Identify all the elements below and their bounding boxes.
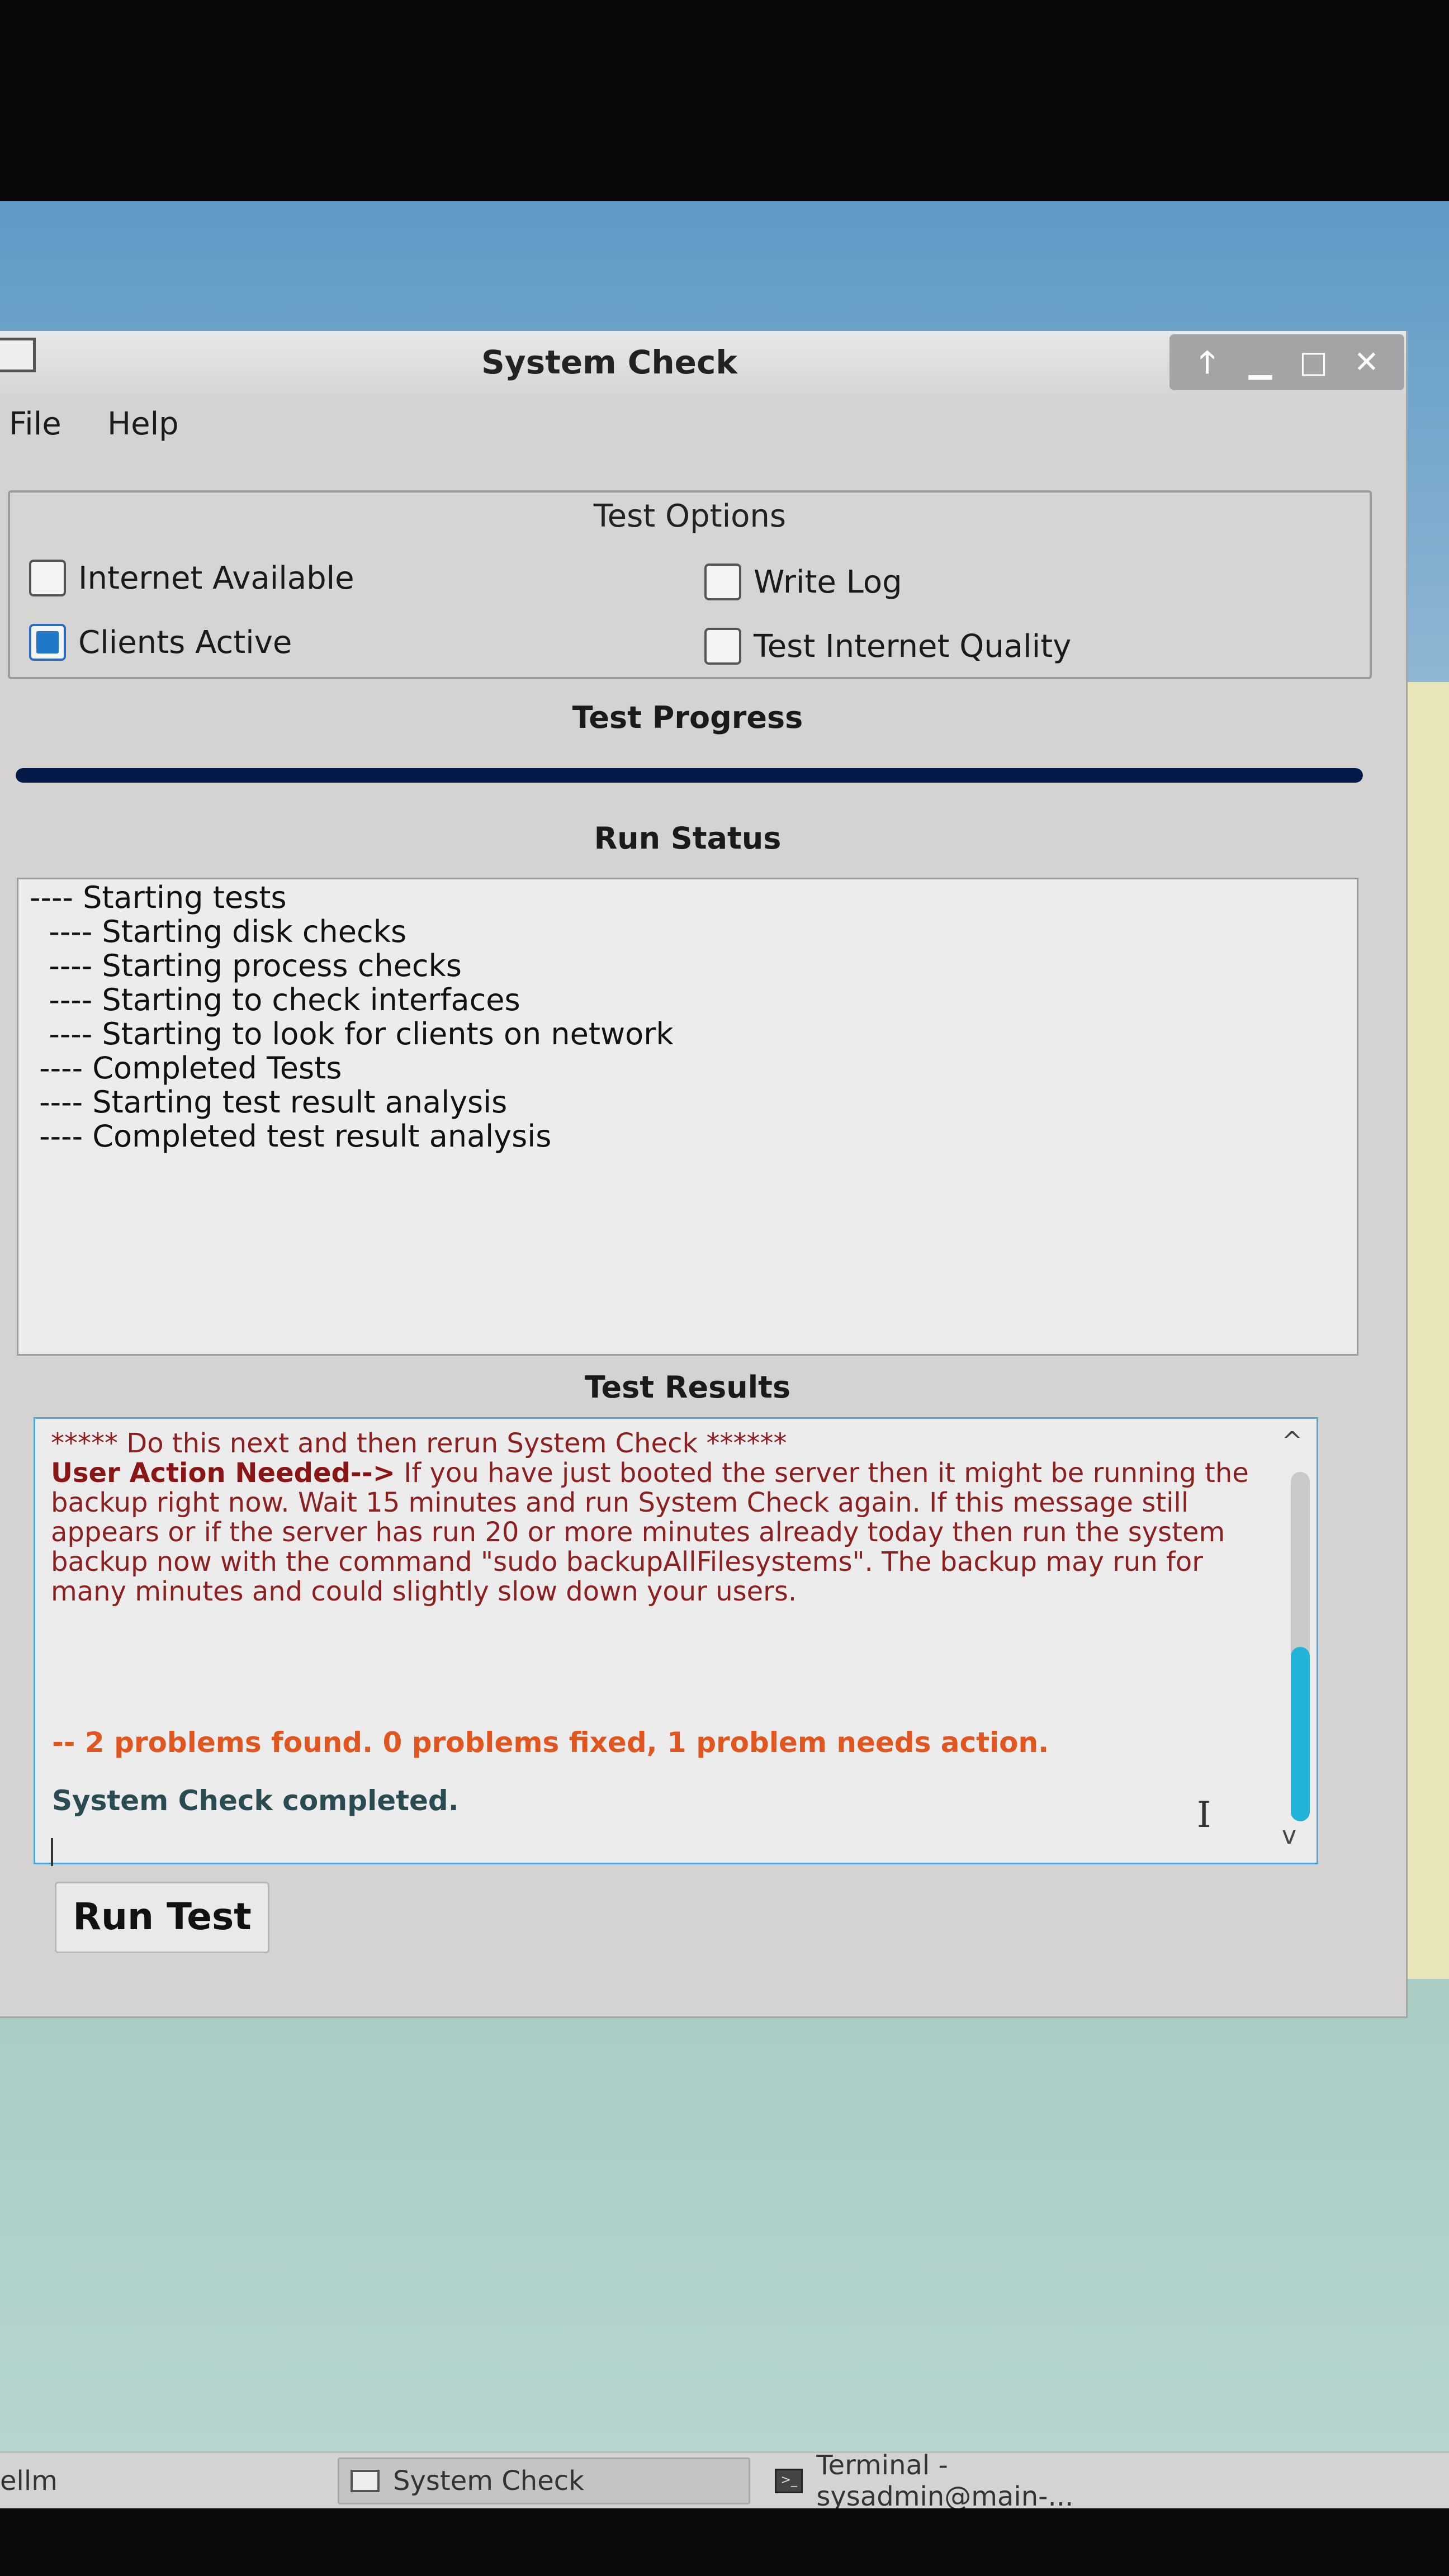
menubar: File Help [0,394,1406,447]
terminal-icon: >_ [775,2469,803,2493]
taskbar-item-ellm[interactable]: ellm [0,2457,313,2504]
test-internet-quality-label: Test Internet Quality [754,628,1072,665]
write-log-option[interactable]: Write Log [704,564,902,600]
scroll-up-icon[interactable]: ^ [1282,1427,1303,1455]
close-icon[interactable]: ✕ [1347,347,1386,377]
test-options-title: Test Options [593,498,787,534]
problems-summary: -- 2 problems found. 0 problems fixed, 1… [52,1726,1049,1759]
status-line: ---- Starting to check interfaces [30,982,520,1017]
text-cursor [51,1838,53,1866]
write-log-label: Write Log [754,564,902,600]
taskbar-item-label: ellm [0,2465,58,2497]
status-line: ---- Starting disk checks [30,914,407,949]
mouse-ibeam-cursor-icon: I [1197,1794,1211,1836]
minimize-icon[interactable]: ▁ [1241,347,1280,377]
internet-available-label: Internet Available [78,560,354,596]
taskbar-item-label: Terminal - sysadmin@main-... [816,2450,1074,2512]
completion-message: System Check completed. [52,1784,459,1817]
desktop-background-lower [0,1979,1449,2454]
test-internet-quality-option[interactable]: Test Internet Quality [704,628,1071,665]
test-progress-label: Test Progress [572,700,803,735]
status-line: ---- Starting process checks [30,948,462,983]
menu-file[interactable]: File [9,406,61,442]
test-internet-quality-checkbox[interactable] [704,628,741,665]
taskbar: ellm System Check >_ Terminal - sysadmin… [0,2450,1449,2512]
test-progress-bar [16,768,1363,783]
status-line: ---- Starting to look for clients on net… [30,1016,674,1052]
results-action-message: User Action Needed--> If you have just b… [51,1459,1264,1607]
window-title: System Check [481,343,737,381]
window-controls: 🡑 ▁ □ ✕ [1169,334,1404,390]
internet-available-option[interactable]: Internet Available [29,560,354,596]
test-progress-fill [16,768,1363,783]
run-status-log[interactable]: ---- Starting tests ---- Starting disk c… [17,878,1358,1356]
status-line: ---- Starting test result analysis [30,1085,508,1120]
run-status-label: Run Status [594,821,782,856]
taskbar-item-terminal[interactable]: >_ Terminal - sysadmin@main-... [769,2450,1200,2512]
test-results-textarea[interactable]: ***** Do this next and then rerun System… [34,1417,1318,1866]
results-header: ***** Do this next and then rerun System… [51,1428,787,1459]
results-scroll-thumb[interactable] [1291,1647,1310,1821]
test-results-label: Test Results [584,1370,791,1405]
keep-above-icon[interactable]: 🡑 [1188,347,1227,377]
window-titlebar[interactable]: System Check 🡑 ▁ □ ✕ [0,331,1406,394]
write-log-checkbox[interactable] [704,564,741,600]
clients-active-label: Clients Active [78,624,292,661]
test-options-group: Test Options Internet Available Clients … [8,490,1372,679]
status-line: ---- Completed test result analysis [30,1119,552,1154]
screen-bezel-top [0,0,1449,207]
screen-bezel-bottom [0,2508,1449,2576]
internet-available-checkbox[interactable] [29,560,66,596]
clients-active-option[interactable]: Clients Active [29,624,292,661]
taskbar-item-system-check[interactable]: System Check [338,2457,750,2504]
system-check-window: System Check 🡑 ▁ □ ✕ File Help Test Opti… [0,331,1408,2018]
status-line: ---- Completed Tests [30,1050,342,1086]
maximize-icon[interactable]: □ [1294,347,1333,377]
menu-help[interactable]: Help [107,406,179,442]
scroll-down-icon[interactable]: v [1282,1821,1296,1850]
window-icon [351,2470,380,2492]
run-test-button[interactable]: Run Test [55,1882,269,1953]
status-line: ---- Starting tests [30,880,287,915]
clients-active-checkbox[interactable] [29,624,66,661]
user-action-needed-label: User Action Needed--> [51,1457,395,1489]
taskbar-item-label: System Check [393,2465,584,2497]
